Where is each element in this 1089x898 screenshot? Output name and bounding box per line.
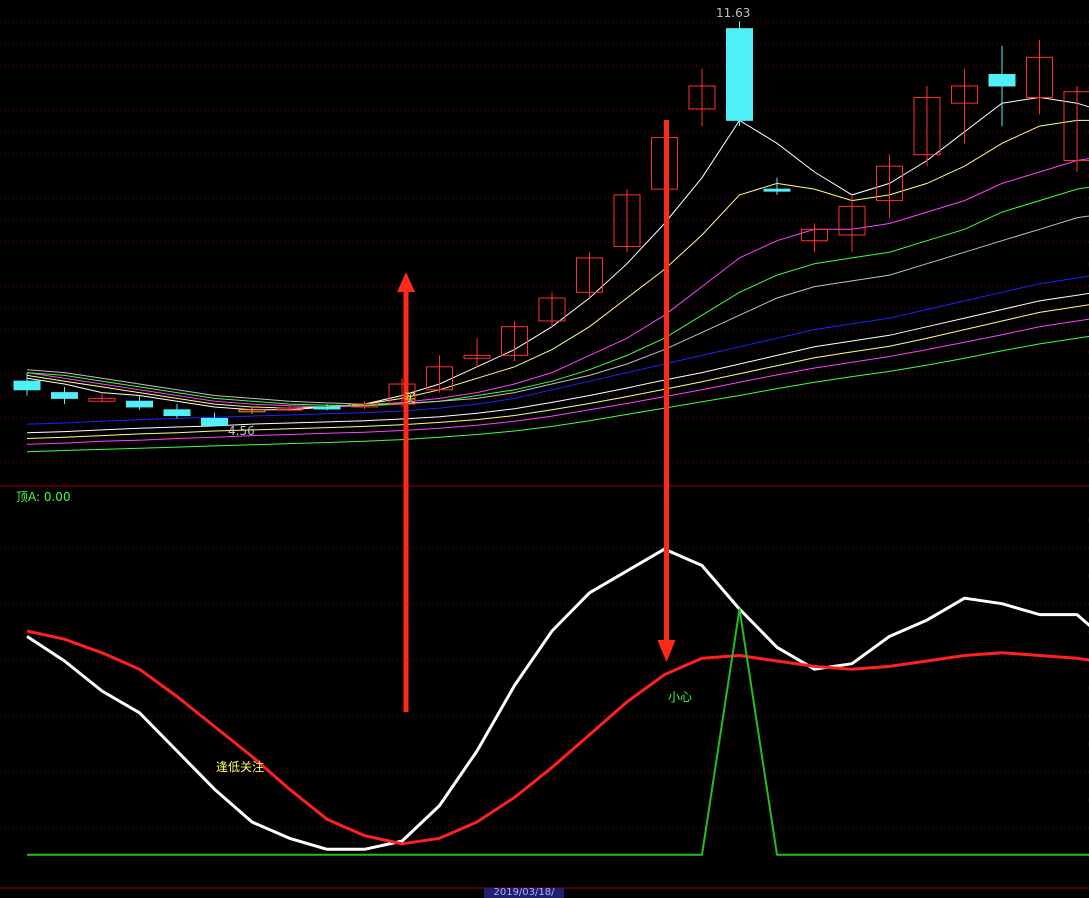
candle-body bbox=[126, 400, 153, 408]
grid-lines bbox=[0, 21, 1089, 889]
moving-average-line bbox=[26, 96, 1089, 411]
price-low-label: 4.56 bbox=[228, 424, 255, 438]
candle-body bbox=[201, 417, 228, 426]
buy-signal-label: 买 bbox=[404, 391, 417, 405]
moving-average-line bbox=[26, 215, 1089, 405]
indicator-line bbox=[26, 629, 1089, 846]
candle-body bbox=[763, 188, 791, 192]
sell-arrow-head bbox=[657, 640, 676, 662]
signal-arrows bbox=[397, 120, 676, 712]
buy-arrow-head bbox=[397, 272, 415, 292]
moving-average-line bbox=[26, 335, 1089, 453]
careful-annotation: 小心 bbox=[668, 690, 693, 704]
indicator-title: 顶A: 0.00 bbox=[16, 490, 71, 504]
moving-average-lines bbox=[26, 96, 1089, 453]
candle-body bbox=[988, 74, 1016, 87]
candle-body bbox=[726, 28, 753, 121]
candle-body bbox=[51, 392, 78, 399]
candle-body bbox=[13, 380, 41, 391]
price-high-label: 11.63 bbox=[716, 6, 751, 20]
moving-average-line bbox=[26, 186, 1089, 407]
low-focus-annotation: 逢低关注 bbox=[216, 760, 265, 774]
date-cursor-label: 2019/03/18/ bbox=[484, 888, 564, 898]
chart-stage bbox=[0, 21, 1089, 889]
candle-body bbox=[313, 406, 341, 410]
indicator-line bbox=[27, 608, 1089, 856]
indicator-line bbox=[26, 547, 1089, 851]
indicator-lines bbox=[26, 547, 1089, 856]
candlesticks bbox=[13, 21, 1089, 427]
candle-body bbox=[163, 409, 191, 417]
moving-average-line bbox=[26, 158, 1089, 408]
